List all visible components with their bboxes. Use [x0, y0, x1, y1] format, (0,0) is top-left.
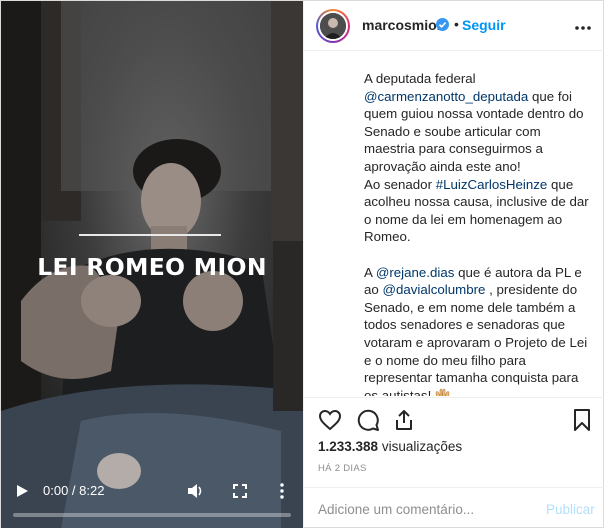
separator-dot: • — [454, 16, 459, 32]
caption-text: , presidente do Senado, e em nome dele t… — [364, 282, 588, 396]
title-divider — [79, 234, 221, 236]
publish-button[interactable]: Publicar — [546, 502, 595, 517]
caption-text: A — [364, 264, 376, 280]
video-more-icon[interactable] — [273, 482, 291, 500]
views-count[interactable]: 1.233.388 visualizações — [318, 439, 462, 454]
post-header: marcosmion • Seguir — [304, 1, 604, 51]
mention-link[interactable]: @carmenzanotto_deputada — [364, 89, 528, 104]
bookmark-icon[interactable] — [570, 408, 594, 432]
follow-button[interactable]: Seguir — [462, 17, 506, 33]
fullscreen-icon[interactable] — [231, 482, 249, 500]
post-caption: A deputada federal @carmenzanotto_deputa… — [364, 70, 594, 396]
comment-form: Publicar — [304, 487, 604, 528]
caption-scroll-area[interactable]: A deputada federal @carmenzanotto_deputa… — [304, 52, 604, 396]
heart-icon[interactable] — [318, 408, 342, 432]
comment-icon[interactable] — [356, 408, 380, 432]
video-player[interactable]: LEI ROMEO MION 0:00 / 8:22 — [1, 1, 303, 528]
story-ring[interactable] — [316, 9, 350, 43]
caption-text: A deputada federal — [364, 71, 476, 86]
views-label: visualizações — [381, 439, 463, 454]
post-details-panel: marcosmion • Seguir A deputada federal @… — [303, 1, 604, 528]
mention-link[interactable]: @davialcolumbre — [383, 282, 486, 297]
mention-link[interactable]: @rejane.dias — [376, 265, 455, 280]
play-icon[interactable] — [15, 484, 29, 498]
video-time: 0:00 / 8:22 — [43, 483, 105, 498]
caption-paragraph: A @rejane.dias que é autora da PL e ao @… — [364, 264, 594, 396]
comment-input[interactable] — [318, 498, 538, 520]
avatar[interactable] — [318, 11, 348, 41]
video-progress-bar[interactable] — [13, 513, 291, 517]
volume-icon[interactable] — [187, 482, 205, 500]
video-controls: 0:00 / 8:22 — [1, 477, 303, 528]
more-options-icon[interactable] — [574, 18, 592, 36]
views-number: 1.233.388 — [318, 439, 379, 454]
caption-paragraph: A deputada federal @carmenzanotto_deputa… — [364, 70, 594, 246]
video-overlay-title: LEI ROMEO MION — [37, 253, 267, 281]
hashtag-link[interactable]: #LuizCarlosHeinze — [436, 177, 548, 192]
caption-text: Ao senador — [364, 176, 436, 192]
raised-hands-emoji-icon — [435, 388, 450, 396]
action-bar — [304, 397, 604, 443]
share-icon[interactable] — [392, 408, 416, 432]
verified-badge-icon — [436, 18, 449, 31]
instagram-post: LEI ROMEO MION 0:00 / 8:22 marcosmion • … — [0, 0, 604, 528]
username-link[interactable]: marcosmion — [362, 17, 445, 33]
post-timestamp[interactable]: HÁ 2 DIAS — [318, 463, 367, 474]
